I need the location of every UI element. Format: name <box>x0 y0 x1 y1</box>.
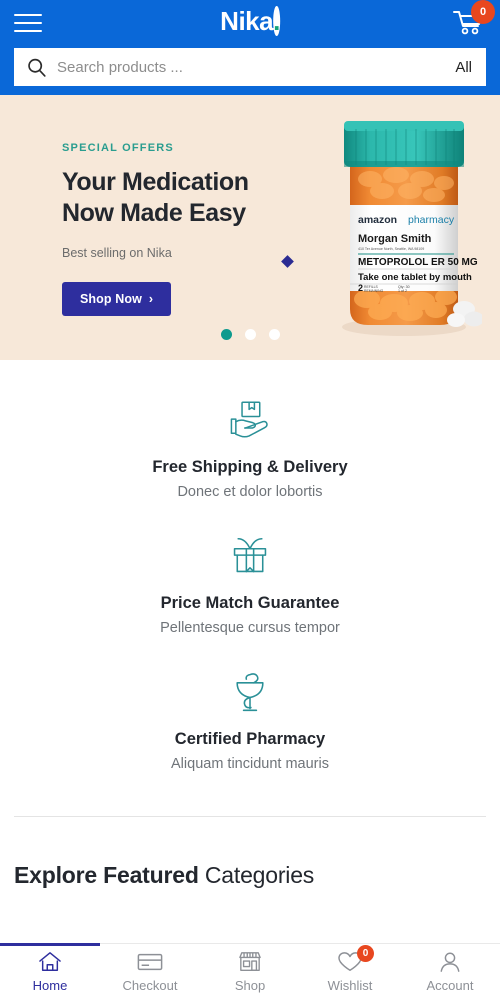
svg-text:2: 2 <box>358 283 363 293</box>
svg-text:METOPROLOL ER 50 MG: METOPROLOL ER 50 MG <box>358 257 478 268</box>
featured-categories-heading: Explore Featured Categories <box>0 817 500 889</box>
app-logo-dot: . <box>273 6 280 36</box>
user-icon <box>439 951 461 973</box>
nav-label: Wishlist <box>327 978 373 993</box>
feature-subtitle: Pellentesque cursus tempor <box>160 620 340 636</box>
feature-price-match: Price Match Guarantee Pellentesque cursu… <box>0 532 500 636</box>
carousel-dots <box>0 329 500 340</box>
nav-label: Account <box>426 978 474 993</box>
nav-label: Home <box>32 978 68 993</box>
pill-bottle-illustration: amazon pharmacy Morgan Smith 410 Ter Ave… <box>342 121 484 336</box>
hero-content: SPECIAL OFFERS Your Medication Now Made … <box>62 142 249 316</box>
svg-text:pharmacy: pharmacy <box>408 214 455 226</box>
nav-item-checkout[interactable]: Checkout <box>100 944 200 1000</box>
bottom-navigation-bar: Home Checkout Shop 0 Wishlist Account <box>0 943 500 1000</box>
chevron-right-icon: › <box>148 292 154 306</box>
svg-text:1 of 2: 1 of 2 <box>398 289 407 293</box>
store-icon <box>238 951 262 973</box>
heart-icon: 0 <box>337 945 374 973</box>
svg-text:Take one tablet by mouth: Take one tablet by mouth <box>358 272 472 283</box>
credit-card-icon <box>137 951 163 973</box>
hero-title: Your Medication Now Made Easy <box>62 167 249 228</box>
carousel-dot-3[interactable] <box>268 329 280 340</box>
home-icon <box>38 951 62 973</box>
carousel-dot-1[interactable] <box>220 329 232 340</box>
feature-subtitle: Donec et dolor lobortis <box>177 484 323 500</box>
app-logo[interactable]: Nika. <box>220 6 280 37</box>
mobile-app-screen: Nika. 0 Search products ... All SPECIAL … <box>0 0 500 1000</box>
heading-light-part: Categories <box>198 862 315 888</box>
nav-label: Shop <box>234 978 266 993</box>
nav-item-shop[interactable]: Shop <box>200 944 300 1000</box>
hero-subtitle: Best selling on Nika <box>62 246 172 260</box>
svg-text:REMAINING: REMAINING <box>364 289 384 293</box>
decorative-diamond-navy <box>281 255 294 268</box>
shop-now-label: Shop Now <box>80 292 142 306</box>
hero-title-line2: Now Made Easy <box>62 198 246 227</box>
search-input[interactable]: Search products ... <box>57 59 445 76</box>
nav-item-wishlist[interactable]: 0 Wishlist <box>300 944 400 1000</box>
feature-title: Certified Pharmacy <box>174 730 326 748</box>
app-logo-text: Nika <box>220 6 274 36</box>
gift-box-icon <box>0 532 500 580</box>
cart-count-badge: 0 <box>473 2 493 22</box>
feature-title: Price Match Guarantee <box>160 594 340 612</box>
svg-text:amazon: amazon <box>358 214 397 226</box>
feature-subtitle: Aliquam tincidunt mauris <box>171 756 329 772</box>
nav-item-home[interactable]: Home <box>0 943 100 1000</box>
header-top-row: Nika. 0 <box>14 0 493 46</box>
search-scope-selector[interactable]: All <box>455 59 472 76</box>
cart-button[interactable]: 0 <box>452 2 493 38</box>
feature-certified-pharmacy: Certified Pharmacy Aliquam tincidunt mau… <box>0 668 500 772</box>
features-section: Free Shipping & Delivery Donec et dolor … <box>0 360 500 794</box>
carousel-dot-2[interactable] <box>244 329 256 340</box>
bowl-of-hygieia-pharmacy-icon <box>0 668 500 716</box>
svg-text:Morgan Smith: Morgan Smith <box>358 233 432 245</box>
heading-bold-part: Explore Featured <box>14 862 199 888</box>
hero-carousel: SPECIAL OFFERS Your Medication Now Made … <box>0 95 500 360</box>
hamburger-menu-icon[interactable] <box>14 12 42 34</box>
nav-item-account[interactable]: Account <box>400 944 500 1000</box>
search-bar[interactable]: Search products ... All <box>14 48 486 86</box>
feature-title: Free Shipping & Delivery <box>152 458 348 476</box>
feature-free-shipping: Free Shipping & Delivery Donec et dolor … <box>0 396 500 500</box>
nav-label: Checkout <box>122 978 178 993</box>
svg-text:410 Ter Avenue North, Seattle,: 410 Ter Avenue North, Seattle, WA 98109 <box>358 247 424 251</box>
hero-product-image: amazon pharmacy Morgan Smith 410 Ter Ave… <box>322 113 484 348</box>
search-icon <box>28 58 46 77</box>
hero-eyebrow: SPECIAL OFFERS <box>62 142 174 154</box>
hero-title-line1: Your Medication <box>62 168 249 196</box>
shop-now-button[interactable]: Shop Now › <box>62 282 172 316</box>
app-header: Nika. 0 Search products ... All <box>0 0 500 95</box>
wishlist-count-badge: 0 <box>357 945 374 962</box>
hand-holding-package-icon <box>0 396 500 444</box>
